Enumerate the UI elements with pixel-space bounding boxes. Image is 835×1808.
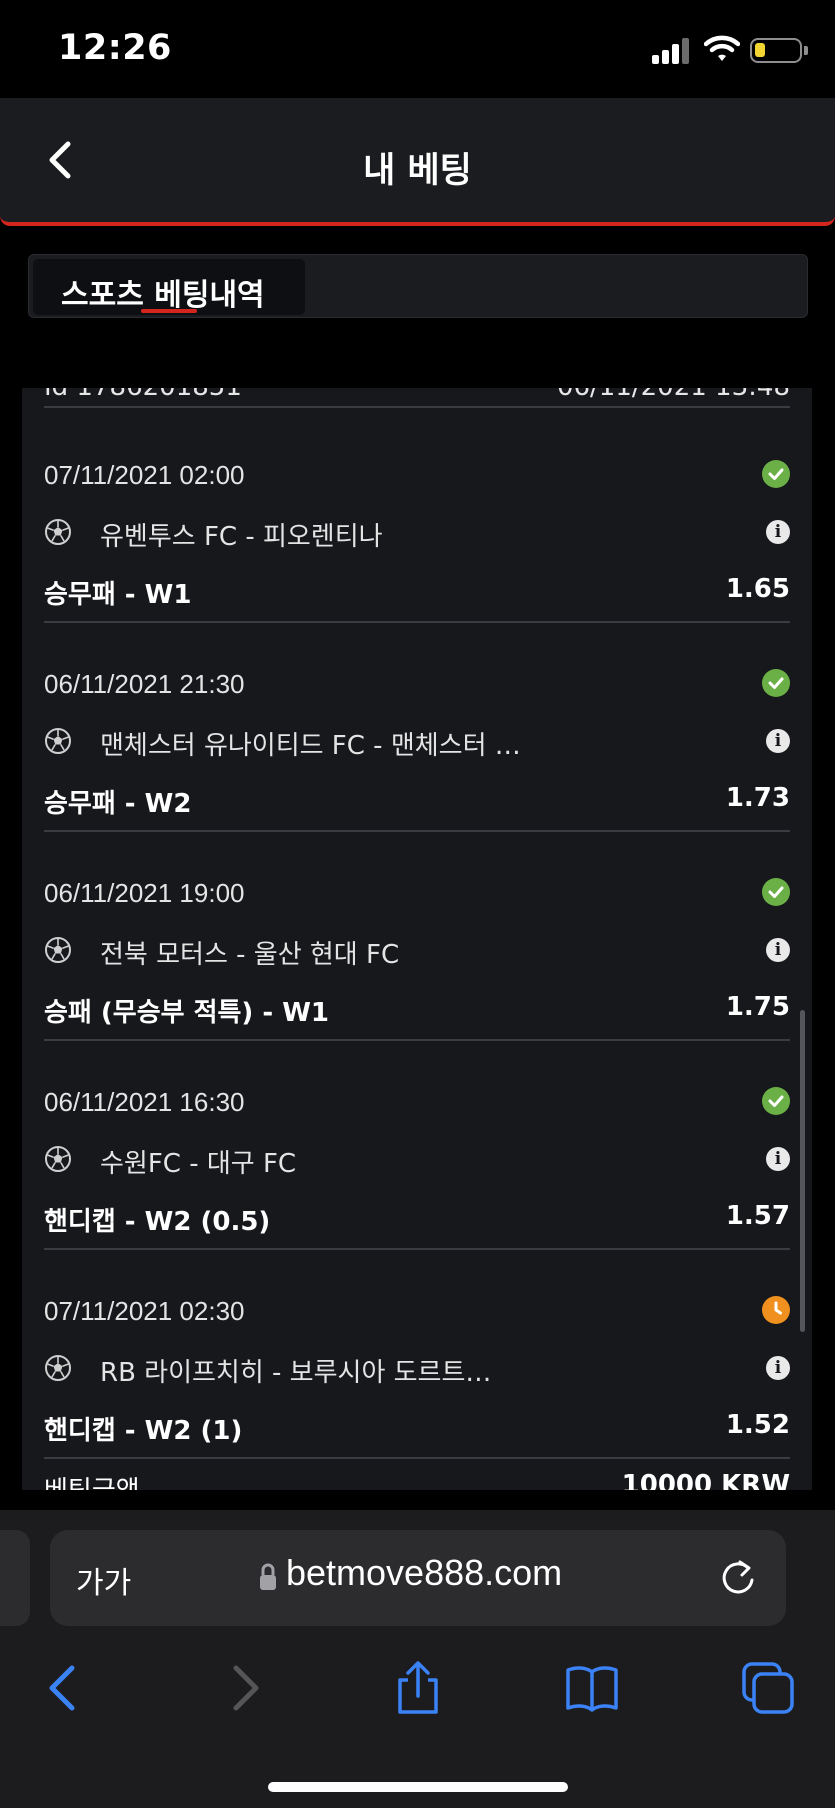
bet-amount-row: 베팅금액 10000 KRW	[44, 1470, 790, 1490]
bet-market: 승무패 - W1	[44, 580, 192, 610]
bet-slip-header: Id 1786201851 06/11/2021 13:48	[44, 388, 790, 404]
bet-row[interactable]: 07/11/2021 02:30 RB 라이프치히 - 보루시아 도르트… i 핸디캡…	[44, 1244, 790, 1459]
info-icon[interactable]: i	[766, 520, 790, 544]
browser-forward-icon[interactable]	[216, 1660, 272, 1716]
bet-market: 승패 (무승부 적특) - W1	[44, 998, 329, 1028]
tabs-icon[interactable]	[740, 1660, 796, 1716]
bet-match: 맨체스터 유나이티드 FC - 맨체스터 …	[100, 731, 521, 761]
bet-date: 07/11/2021 02:30	[44, 1296, 245, 1326]
page-title: 내 베팅	[363, 151, 472, 191]
app-header: 내 베팅	[0, 98, 835, 226]
info-icon[interactable]: i	[766, 1356, 790, 1380]
cellular-signal-icon	[652, 38, 692, 64]
info-icon[interactable]: i	[766, 1147, 790, 1171]
browser-toolbar: 가가 betmove888.com	[0, 1510, 835, 1808]
bet-slip-date: 06/11/2021 13:48	[557, 388, 790, 402]
check-circle-icon	[762, 669, 790, 697]
wifi-icon	[704, 35, 740, 61]
soccer-ball-icon	[45, 1355, 71, 1381]
status-bar: 12:26	[0, 0, 835, 98]
bet-odds: 1.73	[725, 783, 790, 813]
bet-match: 전북 모터스 - 울산 현대 FC	[100, 940, 400, 970]
bet-date: 06/11/2021 16:30	[44, 1087, 245, 1117]
info-icon[interactable]: i	[766, 938, 790, 962]
tab-active-indicator	[141, 309, 197, 313]
soccer-ball-icon	[45, 937, 71, 963]
tab-bar: 스포츠 베팅내역	[28, 254, 808, 318]
tab-label: 스포츠 베팅내역	[61, 278, 265, 313]
bookmarks-icon[interactable]	[564, 1660, 620, 1716]
bet-amount-value: 10000 KRW	[621, 1470, 790, 1490]
lock-icon	[260, 1563, 276, 1590]
bet-row[interactable]: 07/11/2021 02:00 유벤투스 FC - 피오렌티나 i 승무패 - W1…	[44, 408, 790, 623]
battery-icon	[750, 38, 808, 63]
bet-date: 07/11/2021 02:00	[44, 460, 245, 490]
browser-back-icon[interactable]	[36, 1660, 92, 1716]
address-bar[interactable]: 가가 betmove888.com	[50, 1530, 786, 1626]
bet-date: 06/11/2021 21:30	[44, 669, 245, 699]
status-time: 12:26	[58, 28, 172, 68]
clock-icon	[762, 1296, 790, 1324]
bet-slip-id: Id 1786201851	[44, 388, 242, 402]
bet-row[interactable]: 06/11/2021 16:30 수원FC - 대구 FC i 핸디캡 - W2 (0…	[44, 1035, 790, 1250]
bet-odds: 1.75	[725, 992, 790, 1022]
bet-match: 유벤투스 FC - 피오렌티나	[100, 522, 383, 552]
bet-match: RB 라이프치히 - 보루시아 도르트…	[100, 1358, 492, 1388]
previous-tab-peek[interactable]	[0, 1530, 30, 1626]
bet-match: 수원FC - 대구 FC	[100, 1149, 297, 1179]
bet-market: 승무패 - W2	[44, 789, 192, 819]
scrollbar[interactable]	[800, 1010, 805, 1332]
divider	[44, 1457, 790, 1459]
reload-icon[interactable]	[718, 1556, 758, 1598]
bet-amount-label: 베팅금액	[44, 1470, 140, 1490]
text-size-button[interactable]: 가가	[76, 1558, 131, 1602]
check-circle-icon	[762, 460, 790, 488]
home-indicator	[268, 1782, 568, 1792]
bet-date: 06/11/2021 19:00	[44, 878, 245, 908]
soccer-ball-icon	[45, 728, 71, 754]
soccer-ball-icon	[45, 519, 71, 545]
bet-odds: 1.52	[725, 1410, 790, 1440]
check-circle-icon	[762, 878, 790, 906]
bet-odds: 1.65	[725, 574, 790, 604]
bet-market: 핸디캡 - W2 (0.5)	[44, 1207, 271, 1237]
soccer-ball-icon	[45, 1146, 71, 1172]
tab-sports-bet-history[interactable]: 스포츠 베팅내역	[33, 259, 305, 315]
url-text[interactable]: betmove888.com	[286, 1552, 562, 1594]
info-icon[interactable]: i	[766, 729, 790, 753]
check-circle-icon	[762, 1087, 790, 1115]
bet-list-panel[interactable]: Id 1786201851 06/11/2021 13:48 07/11/202…	[22, 388, 812, 1490]
bet-market: 핸디캡 - W2 (1)	[44, 1416, 243, 1446]
share-icon[interactable]	[390, 1660, 446, 1716]
bet-row[interactable]: 06/11/2021 19:00 전북 모터스 - 울산 현대 FC i 승패 (무승…	[44, 826, 790, 1041]
bet-odds: 1.57	[725, 1201, 790, 1231]
bet-row[interactable]: 06/11/2021 21:30 맨체스터 유나이티드 FC - 맨체스터 … i 승…	[44, 617, 790, 832]
